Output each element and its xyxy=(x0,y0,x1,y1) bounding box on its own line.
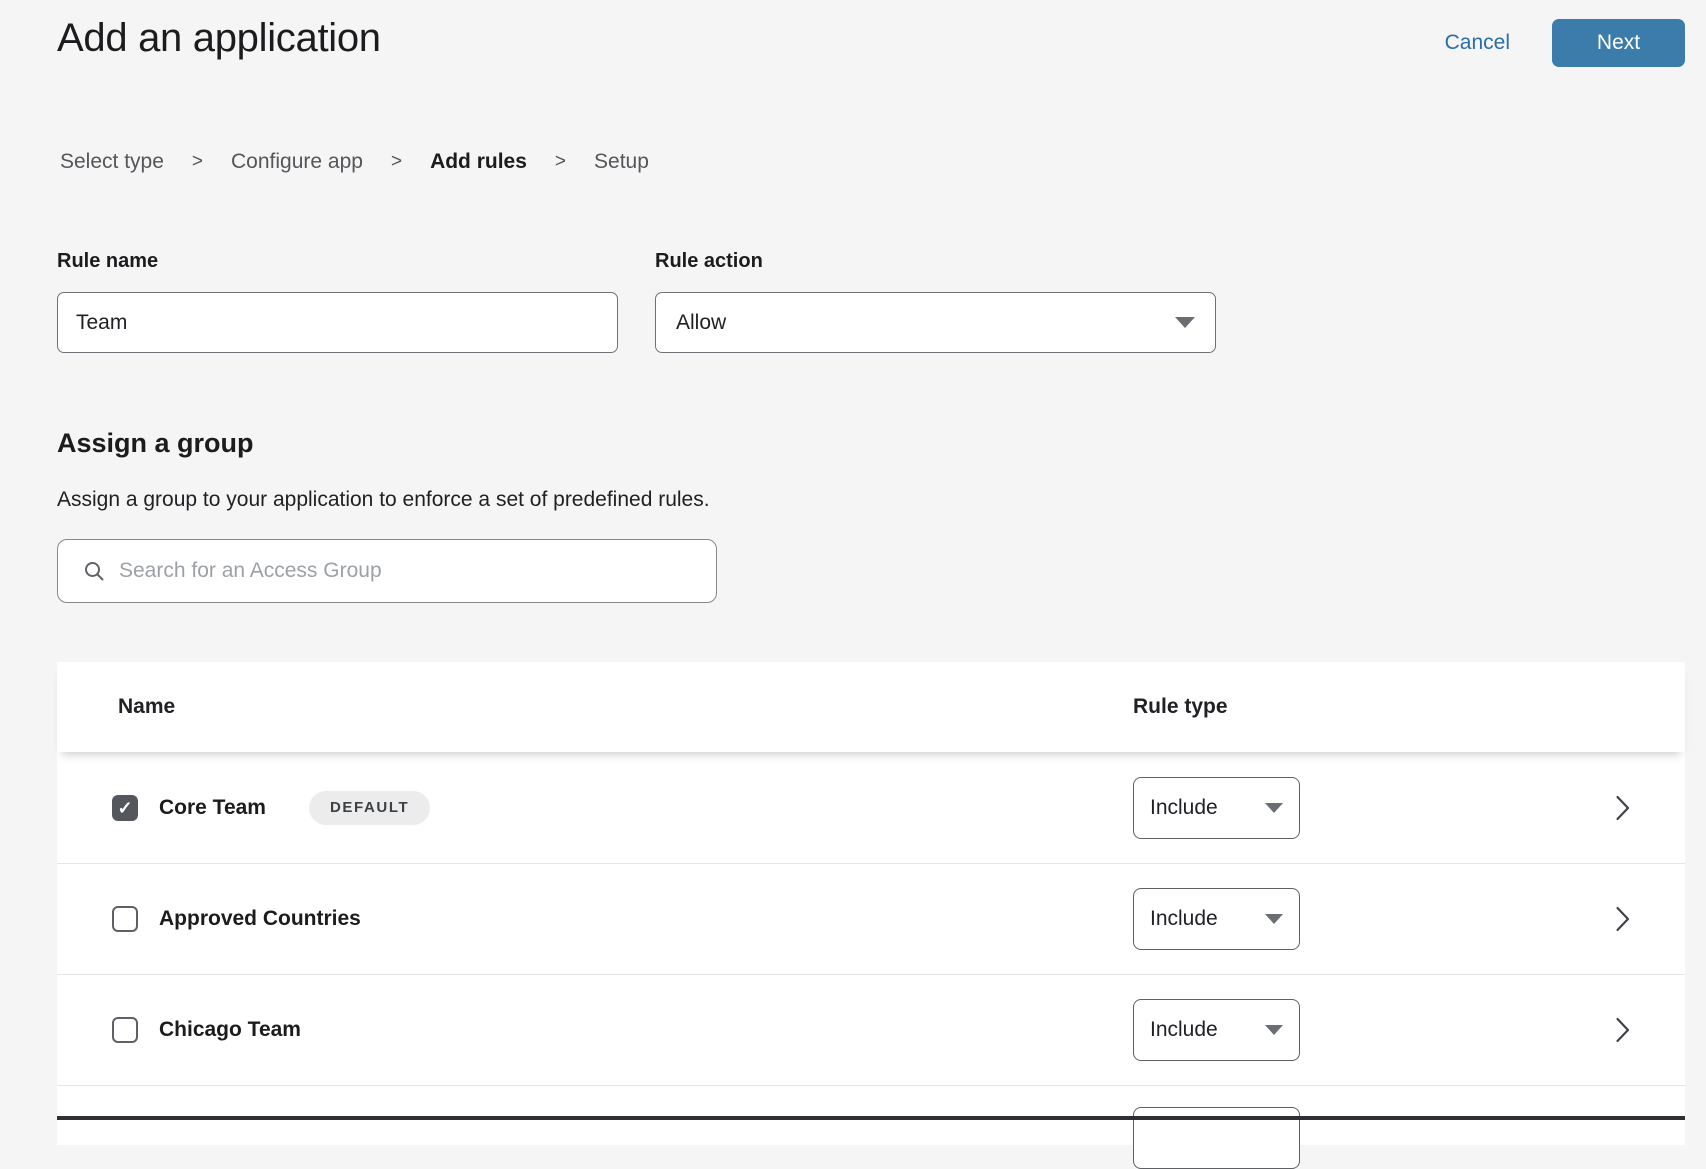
rule-name-label: Rule name xyxy=(57,250,618,273)
assign-group-description: Assign a group to your application to en… xyxy=(57,488,717,512)
rule-name-input[interactable] xyxy=(57,292,618,353)
rule-type-value: Include xyxy=(1150,1018,1218,1042)
breadcrumb-separator: > xyxy=(391,151,402,173)
breadcrumb: Select type > Configure app > Add rules > Setu… xyxy=(60,150,649,174)
breadcrumb-step[interactable]: Setup xyxy=(594,150,649,174)
breadcrumb-separator: > xyxy=(555,151,566,173)
chevron-right-icon[interactable] xyxy=(1615,793,1635,823)
chevron-right-icon[interactable] xyxy=(1615,1015,1635,1045)
group-name: Chicago Team xyxy=(159,1018,301,1042)
rule-form: Rule name Rule action Allow xyxy=(57,250,1216,353)
bottom-edge-bar xyxy=(57,1116,1685,1120)
breadcrumb-step[interactable]: Select type xyxy=(60,150,164,174)
group-name: Approved Countries xyxy=(159,907,361,931)
chevron-down-icon xyxy=(1265,914,1283,924)
chevron-down-icon xyxy=(1265,1025,1283,1035)
search-icon xyxy=(83,560,105,582)
table-header: Name Rule type xyxy=(57,662,1685,752)
column-header-name: Name xyxy=(118,695,175,719)
table-row-partial xyxy=(57,1085,1685,1145)
table-row: Chicago Team Include xyxy=(57,974,1685,1085)
rule-action-field: Rule action Allow xyxy=(655,250,1216,353)
cancel-button[interactable]: Cancel xyxy=(1445,31,1510,55)
rule-type-value: Include xyxy=(1150,907,1218,931)
group-checkbox[interactable] xyxy=(112,906,138,932)
assign-group-section: Assign a group Assign a group to your ap… xyxy=(57,428,717,603)
rule-action-label: Rule action xyxy=(655,250,1216,273)
search-input[interactable] xyxy=(119,559,700,583)
rule-type-select[interactable]: Include xyxy=(1133,888,1300,950)
access-groups-table: Name Rule type Core Team DEFAULT Include… xyxy=(57,662,1685,1120)
group-checkbox[interactable] xyxy=(112,795,138,821)
breadcrumb-separator: > xyxy=(192,151,203,173)
page-header: Add an application Cancel Next xyxy=(57,0,1685,67)
chevron-down-icon xyxy=(1175,317,1195,328)
group-name: Core Team xyxy=(159,796,266,820)
next-button[interactable]: Next xyxy=(1552,19,1685,67)
add-application-page: Add an application Cancel Next Select ty… xyxy=(0,0,1706,1120)
rule-action-select[interactable]: Allow xyxy=(655,292,1216,353)
rule-action-value: Allow xyxy=(676,311,726,335)
access-group-search xyxy=(57,539,717,603)
chevron-down-icon xyxy=(1265,803,1283,813)
table-body: Core Team DEFAULT Include Approved Count… xyxy=(57,752,1685,1085)
table-row: Approved Countries Include xyxy=(57,863,1685,974)
rule-name-field: Rule name xyxy=(57,250,618,353)
breadcrumb-step[interactable]: Add rules xyxy=(430,150,527,174)
page-title: Add an application xyxy=(57,16,381,61)
rule-type-select[interactable]: Include xyxy=(1133,999,1300,1061)
rule-type-select[interactable]: Include xyxy=(1133,777,1300,839)
column-header-rule-type: Rule type xyxy=(1133,695,1228,719)
assign-group-heading: Assign a group xyxy=(57,428,717,459)
rule-type-value: Include xyxy=(1150,796,1218,820)
breadcrumb-step[interactable]: Configure app xyxy=(231,150,363,174)
chevron-right-icon[interactable] xyxy=(1615,904,1635,934)
header-actions: Cancel Next xyxy=(1445,19,1685,67)
default-badge: DEFAULT xyxy=(309,791,430,825)
table-row: Core Team DEFAULT Include xyxy=(57,752,1685,863)
group-checkbox[interactable] xyxy=(112,1017,138,1043)
